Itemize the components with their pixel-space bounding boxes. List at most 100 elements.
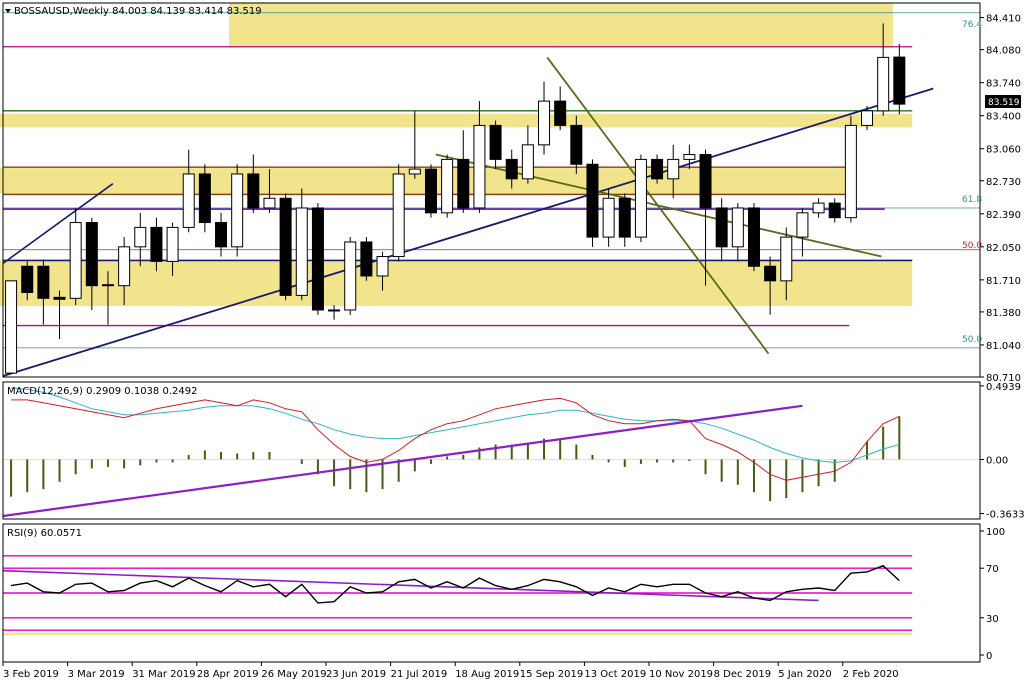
macd-tick-label: -0.3633 [986, 510, 1024, 521]
time-tick-label: 8 Dec 2019 [714, 669, 772, 680]
candle-body-down[interactable] [747, 207, 760, 267]
price-tick-label: 83.740 [986, 79, 1021, 90]
fib-label-76-4: 76.4 [962, 20, 982, 30]
candle-body-down[interactable] [457, 158, 470, 209]
candle-body-up[interactable] [166, 226, 179, 262]
candle-body-up[interactable] [182, 173, 195, 228]
candle-body-down[interactable] [893, 56, 906, 105]
current-price-tag: 83.519 [985, 95, 1021, 108]
candle-body-down[interactable] [85, 222, 98, 287]
candle-body-down[interactable] [764, 265, 777, 282]
candle-body-up[interactable] [473, 124, 486, 209]
candle-body-up[interactable] [134, 226, 147, 248]
candle-body-up[interactable] [796, 212, 809, 238]
chart-header[interactable]: BOSSAUSD,Weekly 84.003 84.139 83.414 83.… [5, 6, 262, 17]
candle-body-up[interactable] [521, 144, 534, 180]
price-tick-label: 84.410 [986, 14, 1021, 25]
rsi-tick-label: 0 [986, 651, 992, 662]
time-tick-label: 3 Feb 2019 [3, 669, 59, 680]
candle-body-down[interactable] [699, 154, 712, 209]
candle-body-down[interactable] [311, 207, 324, 311]
candle-body-down[interactable] [618, 197, 631, 238]
candle-body-down[interactable] [424, 168, 437, 214]
candle-body-up[interactable] [344, 241, 357, 311]
time-tick-label: 2 Feb 2020 [843, 669, 899, 680]
candle-body-up[interactable] [263, 197, 276, 209]
time-tick-label: 28 Apr 2019 [197, 669, 259, 680]
candle-body-down[interactable] [53, 296, 66, 300]
rsi-tick-label: 70 [986, 564, 999, 575]
candle-body-up[interactable] [812, 202, 825, 214]
candle-body-up[interactable] [408, 168, 421, 175]
candle-body-down[interactable] [715, 207, 728, 248]
chart-title: BOSSAUSD,Weekly 84.003 84.139 83.414 83.… [14, 6, 262, 17]
rsi-oversold-zone [3, 632, 913, 636]
time-tick-label: 13 Oct 2019 [584, 669, 646, 680]
macd-title: MACD(12,26,9) 0.2909 0.1038 0.2492 [7, 386, 197, 397]
candle-body-down[interactable] [37, 265, 50, 299]
candle-body-up[interactable] [683, 154, 696, 160]
time-tick-label: 18 Aug 2019 [455, 669, 519, 680]
candle-body-down[interactable] [279, 197, 292, 296]
candle-body-down[interactable] [651, 158, 664, 180]
candle-body-down[interactable] [198, 173, 211, 224]
time-tick-label: 21 Jul 2019 [391, 669, 448, 680]
candle-body-up[interactable] [538, 100, 551, 146]
candle-body-down[interactable] [360, 241, 373, 277]
rsi-tick-label: 30 [986, 614, 999, 625]
candle-body-up[interactable] [602, 197, 615, 238]
price-tick-label: 83.060 [986, 145, 1021, 156]
price-tick-label: 82.390 [986, 210, 1021, 221]
candle-body-down[interactable] [247, 173, 260, 209]
macd-tick-label: 0.00 [986, 455, 1008, 466]
rsi-tick-label: 100 [986, 527, 1005, 538]
candle-body-up[interactable] [634, 158, 647, 238]
candle-body-up[interactable] [328, 309, 341, 312]
candle-body-down[interactable] [489, 124, 502, 160]
candle-body-up[interactable] [441, 158, 454, 214]
candle-body-up[interactable] [118, 246, 131, 287]
time-tick-label: 31 Mar 2019 [132, 669, 195, 680]
zone-current [0, 113, 913, 128]
fib-label-50-0-upper: 50.0 [962, 241, 982, 251]
time-tick-label: 10 Nov 2019 [649, 669, 713, 680]
candle-body-up[interactable] [69, 222, 82, 299]
rsi-title: RSI(9) 60.0571 [7, 528, 82, 539]
candle-body-up[interactable] [5, 280, 18, 374]
time-tick-label: 3 Mar 2019 [68, 669, 125, 680]
candle-body-up[interactable] [295, 207, 308, 296]
candle-body-down[interactable] [150, 226, 163, 262]
candle-body-up[interactable] [780, 236, 793, 282]
candle-body-up[interactable] [877, 56, 890, 112]
candle-body-up[interactable] [376, 256, 389, 277]
price-tick-label: 84.080 [986, 46, 1021, 57]
time-tick-label: 15 Sep 2019 [520, 669, 583, 680]
macd-tick-label: 0.4939 [986, 382, 1021, 393]
price-tick-label: 82.730 [986, 177, 1021, 188]
candle-body-up[interactable] [392, 173, 405, 258]
candle-body-up[interactable] [844, 124, 857, 219]
candle-body-down[interactable] [505, 158, 518, 180]
price-tick-label: 81.710 [986, 276, 1021, 287]
candle-body-down[interactable] [215, 222, 228, 248]
candle-body-up[interactable] [231, 173, 244, 248]
time-tick-label: 5 Jan 2020 [778, 669, 832, 680]
candle-body-down[interactable] [586, 163, 599, 238]
candle-body-up[interactable] [101, 284, 114, 287]
candle-body-down[interactable] [828, 202, 841, 219]
fib-label-61-8: 61.8 [962, 195, 982, 205]
price-tick-label: 83.400 [986, 112, 1021, 123]
candle-body-down[interactable] [21, 265, 34, 293]
price-tick-label: 81.040 [986, 341, 1021, 352]
candle-body-up[interactable] [667, 158, 680, 180]
candle-body-down[interactable] [554, 100, 567, 126]
time-tick-label: 26 May 2019 [261, 669, 326, 680]
zone-top [229, 3, 893, 48]
candle-body-up[interactable] [861, 110, 874, 126]
time-tick-label: 23 Jun 2019 [326, 669, 386, 680]
candle-body-up[interactable] [731, 207, 744, 248]
current-price-label: 83.519 [988, 98, 1020, 108]
candle-body-down[interactable] [570, 124, 583, 165]
trading-chart: 84.410 84.080 83.740 83.400 83.060 82.730 82.3… [0, 0, 1024, 683]
price-tick-label: 82.050 [986, 243, 1021, 254]
